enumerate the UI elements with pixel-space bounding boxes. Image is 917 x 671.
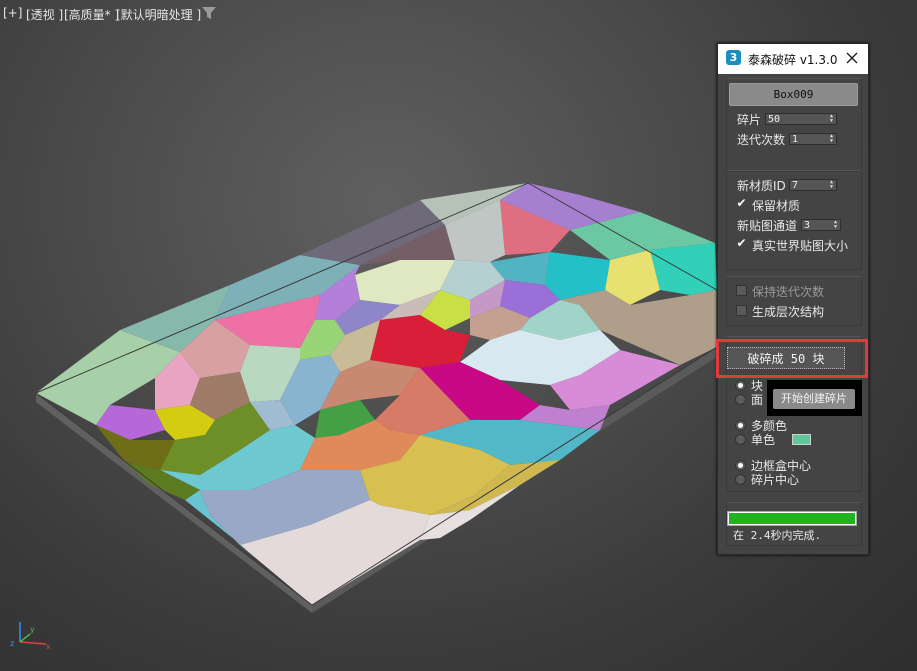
viewport-plus-menu[interactable]: [+] — [3, 6, 22, 20]
3dsmax-app-icon: 3 — [726, 50, 741, 65]
pivot-fragment-label: 碎片中心 — [751, 473, 800, 487]
break-button[interactable]: 破碎成 50 块 — [727, 347, 845, 369]
material-id-spinner[interactable]: 7 ▲ ▼ — [789, 179, 837, 191]
mode-face-label: 面 — [751, 393, 764, 407]
map-channel-value: 3 — [804, 220, 811, 231]
fragments-spinner[interactable]: 50 ▲ ▼ — [765, 113, 837, 125]
voronoi-fracture-panel: 3 泰森破碎 v1.3.0 Box009 碎片 50 ▲ ▼ 迭代次数 1 ▲ ▼ … — [717, 43, 869, 555]
mode-block-radio[interactable] — [735, 380, 746, 391]
keep-material-label: 保留材质 — [752, 199, 801, 213]
material-id-value: 7 — [792, 180, 799, 191]
hierarchy-checkbox[interactable] — [736, 305, 747, 316]
viewport-shading-menu[interactable]: [默认明暗处理 ] — [116, 6, 201, 23]
svg-text:z: z — [10, 639, 14, 648]
viewport-view-menu[interactable]: [透视 ] — [26, 6, 63, 23]
iterations-spinner[interactable]: 1 ▲ ▼ — [789, 133, 837, 145]
fragments-label: 碎片 — [737, 113, 762, 127]
material-id-label: 新材质ID — [737, 179, 786, 193]
spinner-arrows-icon[interactable]: ▲ ▼ — [828, 180, 835, 190]
spinner-arrows-icon[interactable]: ▲ ▼ — [832, 220, 839, 230]
iterations-value: 1 — [792, 134, 799, 145]
progress-fill — [729, 513, 855, 524]
pivot-fragment-radio[interactable] — [735, 474, 746, 485]
fragments-value: 50 — [768, 114, 781, 125]
close-icon[interactable] — [842, 48, 862, 68]
real-world-map-label: 真实世界贴图大小 — [752, 239, 849, 253]
map-channel-label: 新贴图通道 — [737, 219, 798, 233]
spinner-arrows-icon[interactable]: ▲ ▼ — [828, 134, 835, 144]
real-world-map-checkbox[interactable]: ✔ — [736, 237, 747, 249]
map-channel-spinner[interactable]: 3 ▲ ▼ — [801, 219, 841, 231]
axis-gizmo-icon: z x y — [10, 622, 51, 650]
keep-iterations-label: 保持迭代次数 — [752, 285, 825, 299]
panel-title: 泰森破碎 v1.3.0 — [748, 53, 838, 67]
tooltip: 开始创建碎片 — [773, 389, 855, 409]
mode-face-radio[interactable] — [735, 394, 746, 405]
single-color-radio[interactable] — [735, 434, 746, 445]
panel-titlebar[interactable]: 3 泰森破碎 v1.3.0 — [718, 44, 868, 74]
filter-icon[interactable] — [202, 7, 216, 19]
progress-bar — [727, 511, 857, 526]
svg-text:x: x — [46, 642, 51, 650]
keep-material-checkbox[interactable]: ✔ — [736, 197, 747, 209]
hierarchy-label: 生成层次结构 — [752, 305, 825, 319]
viewport-quality-menu[interactable]: [高质量* ] — [64, 6, 119, 23]
pivot-bbox-radio[interactable] — [735, 460, 746, 471]
pick-object-button[interactable]: Box009 — [729, 83, 858, 106]
multi-color-radio[interactable] — [735, 420, 746, 431]
iterations-label: 迭代次数 — [737, 133, 786, 147]
svg-text:y: y — [30, 625, 35, 634]
single-color-swatch[interactable] — [792, 434, 811, 445]
spinner-arrows-icon[interactable]: ▲ ▼ — [828, 114, 835, 124]
keep-iterations-checkbox[interactable] — [736, 285, 747, 296]
status-text: 在 2.4秒内完成. — [733, 529, 822, 542]
single-color-label: 单色 — [751, 433, 776, 447]
fractured-slab — [35, 182, 718, 613]
